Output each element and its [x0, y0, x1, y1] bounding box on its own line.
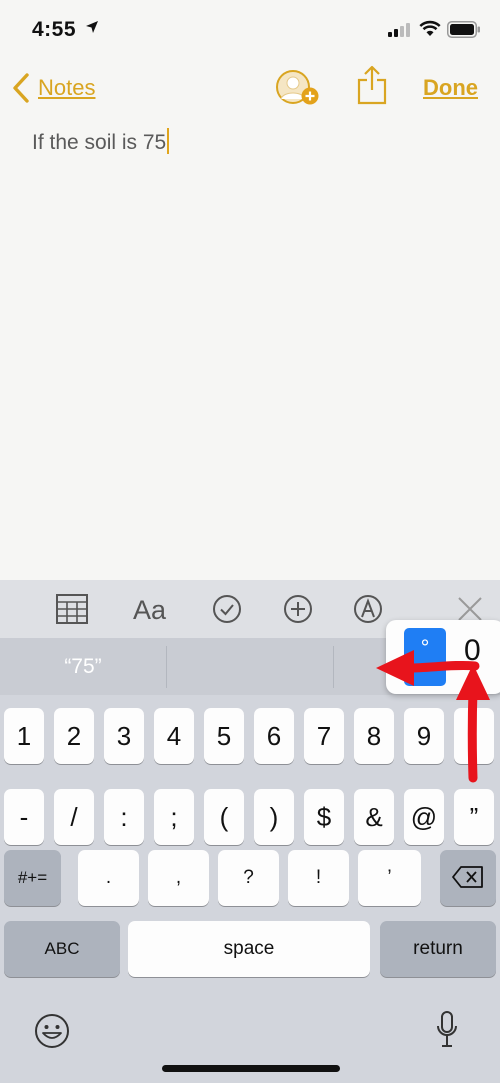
back-button[interactable]: Notes — [12, 70, 95, 106]
text-format-icon[interactable]: Aa — [133, 594, 175, 624]
key-ampersand[interactable]: & — [354, 789, 394, 845]
key-apostrophe[interactable]: ’ — [358, 850, 421, 906]
key-4[interactable]: 4 — [154, 708, 194, 764]
key-0[interactable] — [454, 708, 494, 764]
delete-key[interactable] — [440, 850, 496, 906]
close-icon[interactable] — [457, 596, 483, 622]
home-indicator — [162, 1065, 340, 1072]
key-slash[interactable]: / — [54, 789, 94, 845]
location-arrow-icon — [86, 21, 98, 33]
text-cursor — [167, 128, 170, 154]
key-6[interactable]: 6 — [254, 708, 294, 764]
key-dollar[interactable]: $ — [304, 789, 344, 845]
key-colon[interactable]: : — [104, 789, 144, 845]
share-icon[interactable] — [356, 64, 388, 106]
markup-pen-icon[interactable] — [353, 594, 383, 624]
key-at[interactable]: @ — [404, 789, 444, 845]
space-key[interactable]: space — [128, 921, 370, 977]
status-bar: 4:55 — [0, 0, 500, 60]
note-text: If the soil is 75 — [32, 131, 167, 154]
back-button-label: Notes — [38, 75, 96, 100]
notes-screen: 4:55 Notes Done If the soil is 75 Aa “75… — [0, 0, 500, 1083]
key-semicolon[interactable]: ; — [154, 789, 194, 845]
chevron-left-icon — [13, 73, 29, 103]
key-alternates-popup: ° 0 — [386, 620, 500, 694]
key-1[interactable]: 1 — [4, 708, 44, 764]
status-time: 4:55 — [32, 18, 77, 41]
key-close-paren[interactable]: ) — [254, 789, 294, 845]
delete-icon — [452, 866, 483, 888]
key-exclamation[interactable]: ! — [288, 850, 349, 906]
suggestion-item[interactable] — [167, 638, 333, 695]
degree-option[interactable]: ° — [404, 628, 446, 686]
key-8[interactable]: 8 — [354, 708, 394, 764]
zero-option[interactable]: 0 — [464, 634, 481, 668]
key-period[interactable]: . — [78, 850, 139, 906]
cellular-signal-icon — [388, 23, 410, 37]
key-9[interactable]: 9 — [404, 708, 444, 764]
key-7[interactable]: 7 — [304, 708, 344, 764]
suggestion-item[interactable]: “75” — [0, 638, 166, 695]
key-hyphen[interactable]: - — [4, 789, 44, 845]
key-open-paren[interactable]: ( — [204, 789, 244, 845]
return-key[interactable]: return — [380, 921, 496, 977]
more-symbols-key[interactable]: #+= — [4, 850, 61, 906]
note-body[interactable]: If the soil is 75 — [32, 128, 170, 155]
key-5[interactable]: 5 — [204, 708, 244, 764]
emoji-icon[interactable] — [34, 1013, 70, 1049]
done-button[interactable]: Done — [423, 75, 478, 101]
key-question[interactable]: ? — [218, 850, 279, 906]
add-people-icon[interactable] — [275, 69, 321, 109]
wifi-icon — [419, 20, 441, 36]
svg-text:Aa: Aa — [133, 595, 167, 624]
key-2[interactable]: 2 — [54, 708, 94, 764]
checklist-icon[interactable] — [212, 594, 242, 624]
key-comma[interactable]: , — [148, 850, 209, 906]
abc-key[interactable]: ABC — [4, 921, 120, 977]
add-attachment-icon[interactable] — [283, 594, 313, 624]
microphone-icon[interactable] — [436, 1011, 458, 1049]
key-quote[interactable]: ” — [454, 789, 494, 845]
table-icon[interactable] — [56, 594, 88, 624]
battery-icon — [447, 21, 480, 38]
key-3[interactable]: 3 — [104, 708, 144, 764]
